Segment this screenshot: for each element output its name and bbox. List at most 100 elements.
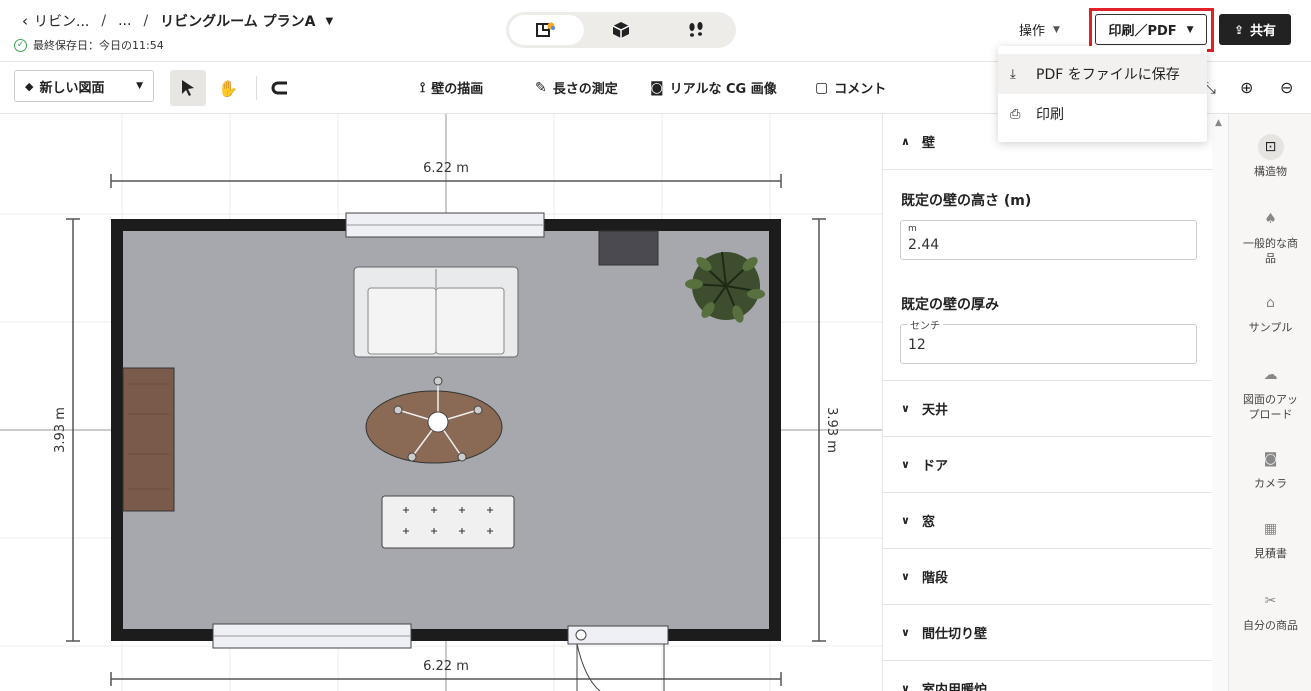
scroll-up-arrow-icon[interactable]: ▲ bbox=[1215, 118, 1222, 128]
properties-panel: ∧ 壁 既定の壁の高さ (m) m 2.44 既定の壁の厚み センチ 12 ∨ … bbox=[882, 114, 1212, 691]
dimension-right: 3.93 m bbox=[824, 407, 839, 453]
rail-my-products[interactable]: ✂ 自分の商品 bbox=[1229, 588, 1311, 633]
pan-tool-button[interactable]: ✋ bbox=[210, 70, 246, 106]
ruler-icon: ✎ bbox=[535, 79, 547, 96]
download-icon: ⤓ bbox=[1010, 66, 1016, 82]
rail-estimate[interactable]: ▦ 見積書 bbox=[1229, 516, 1311, 561]
select-tool-button[interactable] bbox=[170, 70, 206, 106]
section-label: ドア bbox=[921, 459, 948, 474]
right-rail: ⊡ 構造物 ♠ 一般的な商品 ⌂ サンプル ☁ 図面のアップロード ◙ カメラ … bbox=[1228, 114, 1311, 691]
chevron-down-icon: ▼ bbox=[1186, 24, 1194, 35]
magnet-icon bbox=[271, 81, 287, 95]
section-door[interactable]: ∨ ドア bbox=[883, 437, 1212, 493]
breadcrumb-ellipsis[interactable]: ... bbox=[118, 13, 131, 29]
wall-draw-icon: ⟟ bbox=[420, 79, 426, 96]
zoom-in-button[interactable]: ⊕ bbox=[1240, 78, 1253, 97]
chevron-up-icon: ∧ bbox=[901, 135, 910, 148]
cube-3d-icon bbox=[612, 22, 630, 38]
share-upload-icon: ⇪ bbox=[1233, 22, 1245, 37]
wall-thickness-input[interactable]: センチ 12 bbox=[900, 317, 1197, 364]
chevron-down-icon: ∨ bbox=[901, 402, 910, 415]
comment-tool[interactable]: ▢ コメント bbox=[815, 78, 886, 98]
save-pdf-menu-item[interactable]: ⤓ PDF をファイルに保存 bbox=[998, 54, 1207, 94]
dimension-top: 6.22 m bbox=[423, 161, 469, 176]
section-label: 室内用暖炉 bbox=[921, 683, 987, 691]
wall-thickness-unit: センチ bbox=[907, 317, 943, 332]
camera-icon: ◙ bbox=[650, 79, 664, 96]
wall-height-unit: m bbox=[908, 224, 917, 234]
view-3d-button[interactable] bbox=[584, 15, 659, 45]
breadcrumb-parent[interactable]: リビン... bbox=[34, 11, 89, 31]
lamp-chair-icon: ♠ bbox=[1264, 211, 1277, 227]
layers-icon: ◆ bbox=[25, 79, 34, 93]
toolbar-divider bbox=[256, 76, 257, 100]
rail-label: カメラ bbox=[1254, 477, 1287, 490]
zoom-out-icon: ⊖ bbox=[1280, 78, 1294, 97]
floorplan-canvas[interactable]: 6.22 m 6.22 m 3.93 m 3.93 m bbox=[0, 114, 882, 691]
operations-label: 操作 bbox=[1019, 24, 1046, 39]
rail-structure[interactable]: ⊡ 構造物 bbox=[1229, 134, 1311, 179]
rail-label: 見積書 bbox=[1254, 547, 1287, 560]
save-pdf-label: PDF をファイルに保存 bbox=[1036, 67, 1180, 83]
breadcrumb: ‹ リビン... / ... / リビングルーム プランA ▼ bbox=[22, 11, 333, 31]
cg-image-tool[interactable]: ◙ リアルな CG 画像 bbox=[650, 78, 777, 98]
view-walkthrough-button[interactable] bbox=[658, 15, 733, 45]
page-title[interactable]: リビングルーム プランA bbox=[160, 11, 315, 31]
print-pdf-button[interactable]: 印刷／PDF ▼ bbox=[1095, 14, 1207, 45]
structure-icon: ⊡ bbox=[1257, 134, 1284, 160]
floor-select-label: 新しい図面 bbox=[39, 80, 105, 96]
floor-select[interactable]: ◆ 新しい図面 ▼ bbox=[14, 70, 154, 102]
title-dropdown-icon[interactable]: ▼ bbox=[325, 16, 333, 27]
hand-icon: ✋ bbox=[218, 78, 238, 98]
rail-general-products[interactable]: ♠ 一般的な商品 bbox=[1229, 206, 1311, 266]
section-window[interactable]: ∨ 窓 bbox=[883, 493, 1212, 549]
tools-icon: ✂ bbox=[1264, 593, 1277, 609]
breadcrumb-separator: / bbox=[143, 13, 149, 29]
measure-tool[interactable]: ✎ 長さの測定 bbox=[535, 78, 618, 98]
house-icon: ⌂ bbox=[1266, 295, 1275, 311]
wall-height-label: 既定の壁の高さ (m) bbox=[901, 193, 1032, 209]
rail-label: サンプル bbox=[1248, 321, 1293, 334]
chevron-down-icon: ∨ bbox=[901, 570, 910, 583]
share-label: 共有 bbox=[1250, 24, 1277, 39]
rail-samples[interactable]: ⌂ サンプル bbox=[1229, 290, 1311, 335]
section-fireplace[interactable]: ∨ 室内用暖炉 bbox=[883, 661, 1212, 691]
rail-label: 図面のアップロード bbox=[1243, 393, 1298, 421]
ottoman[interactable] bbox=[381, 495, 515, 549]
draw-wall-tool[interactable]: ⟟ 壁の描画 bbox=[420, 78, 483, 98]
cursor-arrow-icon bbox=[182, 80, 194, 96]
section-stairs[interactable]: ∨ 階段 bbox=[883, 549, 1212, 605]
door-hinge bbox=[575, 629, 587, 641]
section-wall-label: 壁 bbox=[921, 136, 935, 151]
print-pdf-label: 印刷／PDF bbox=[1108, 24, 1177, 39]
floorplan-drawing: 6.22 m 6.22 m 3.93 m 3.93 m bbox=[0, 114, 882, 691]
share-button[interactable]: ⇪ 共有 bbox=[1219, 14, 1291, 45]
back-chevron-icon[interactable]: ‹ bbox=[22, 12, 28, 30]
dimension-left: 3.93 m bbox=[53, 407, 68, 453]
printer-icon: ⎙ bbox=[1010, 106, 1021, 122]
wall-thickness-value: 12 bbox=[908, 337, 926, 353]
zoom-out-button[interactable]: ⊖ bbox=[1280, 78, 1293, 97]
section-partition-wall[interactable]: ∨ 間仕切り壁 bbox=[883, 605, 1212, 661]
rail-upload-plan[interactable]: ☁ 図面のアップロード bbox=[1229, 362, 1311, 422]
tv-console[interactable] bbox=[122, 367, 175, 512]
rail-camera[interactable]: ◙ カメラ bbox=[1229, 446, 1311, 491]
chevron-down-icon: ▼ bbox=[1053, 24, 1060, 35]
wall-height-input[interactable]: m 2.44 bbox=[900, 220, 1197, 260]
breadcrumb-separator: / bbox=[101, 13, 107, 29]
view-2d-button[interactable] bbox=[509, 15, 584, 45]
magnet-snap-button[interactable] bbox=[262, 70, 298, 106]
rail-label: 構造物 bbox=[1254, 165, 1287, 178]
chevron-down-icon: ∨ bbox=[901, 458, 910, 471]
print-menu-item[interactable]: ⎙ 印刷 bbox=[998, 94, 1207, 134]
door-swing bbox=[576, 643, 601, 691]
side-cabinet[interactable] bbox=[598, 230, 659, 266]
coffee-table-hub bbox=[427, 411, 449, 433]
operations-menu-button[interactable]: 操作 ▼ bbox=[1019, 20, 1060, 39]
zoom-in-icon: ⊕ bbox=[1240, 78, 1254, 97]
section-label: 天井 bbox=[921, 403, 948, 418]
chevron-down-icon: ▼ bbox=[136, 81, 143, 91]
chevron-down-icon: ∨ bbox=[901, 682, 910, 691]
panel-scrollbar[interactable]: ▲ bbox=[1212, 114, 1228, 691]
section-ceiling[interactable]: ∨ 天井 bbox=[883, 381, 1212, 437]
